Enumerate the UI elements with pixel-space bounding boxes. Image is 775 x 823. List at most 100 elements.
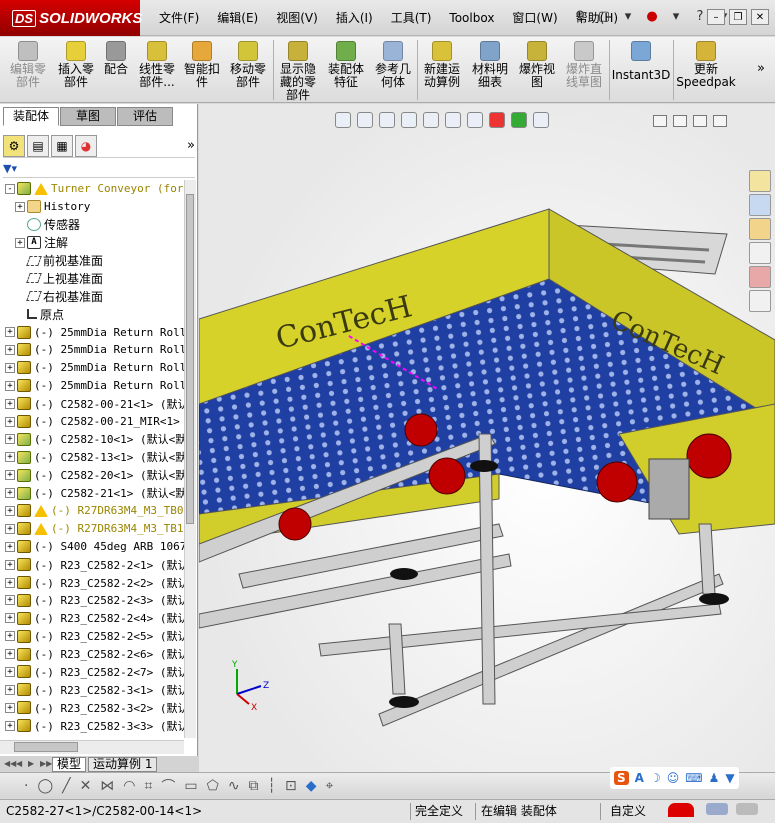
update-speedpak-button[interactable]: 更新Speedpak [676,41,736,89]
expand-chevron-icon[interactable]: » [187,138,195,153]
prev-tab-icon[interactable]: ◀ [16,758,26,770]
chevron-down-icon[interactable]: ▾ [668,8,684,24]
tree-item[interactable]: - Turner Conveyor (for Der [0,180,184,198]
tree-item[interactable]: + History [0,198,184,216]
tree-expander-icon[interactable]: + [5,380,15,391]
smart-dimension-icon[interactable]: ⌗ [145,778,153,794]
tree-expander-icon[interactable]: + [5,559,15,570]
options-icon[interactable]: ● [644,8,660,24]
tree-item[interactable]: + (-) S400 45deg ARB 1067 [0,538,184,556]
tree-item[interactable]: + (-) R27DR63M4_M3_TB0 [0,502,184,520]
tree-item[interactable]: 前视基准面 [0,252,184,270]
tree-expander-icon[interactable]: + [5,595,15,606]
solidworks-logo[interactable]: DS SOLIDWORKS [0,0,142,36]
more-chevron-icon[interactable]: » [757,61,765,76]
menu-insert[interactable]: 插入(I) [327,9,382,27]
tree-expander-icon[interactable]: + [15,237,25,248]
menu-view[interactable]: 视图(V) [267,9,327,27]
tree-item[interactable]: + (-) R23_C2582-2<4> (默认 [0,609,184,627]
units-custom[interactable]: 自定义 [610,803,646,819]
punctuation-icon[interactable]: ☽ [650,771,661,785]
tree-item[interactable]: + (-) R23_C2582-2<7> (默认 [0,663,184,681]
mirror-icon[interactable]: ⋈ [100,778,114,794]
tree-expander-icon[interactable]: + [5,416,15,427]
home-icon[interactable] [749,170,771,192]
appearances-icon[interactable] [749,266,771,288]
tree-item[interactable]: 右视基准面 [0,287,184,305]
help-icon[interactable]: ? [692,8,708,24]
reference-geometry-button[interactable]: 参考几何体 [372,41,414,89]
tab-motion-study[interactable]: 运动算例 1 [88,756,158,772]
skin-icon[interactable]: ▼ [725,771,734,785]
tree-expander-icon[interactable]: + [5,684,15,695]
filter-icon[interactable]: ▼▾ [3,162,195,178]
tree-expander-icon[interactable]: + [5,452,15,463]
tree-item[interactable]: + A 注解 [0,234,184,252]
emoji-icon[interactable]: ☺ [667,771,680,785]
restore-icon[interactable]: ❐ [729,9,747,25]
tree-item[interactable]: + (-) 25mmDia Return Roll [0,323,184,341]
show-hidden-button[interactable]: 显示隐藏的零部件 [277,41,319,102]
assembly-features-button[interactable]: 装配体特征 [324,41,368,89]
tree-expander-icon[interactable]: + [5,541,15,552]
last-tab-icon[interactable]: ▶▶ [40,758,52,770]
user-icon[interactable]: ♟ [709,771,720,785]
tree-expander-icon[interactable]: + [5,631,15,642]
move-component-button[interactable]: 移动零部件 [226,41,270,89]
bom-button[interactable]: 材料明细表 [469,41,511,89]
tree-expander-icon[interactable]: + [5,362,15,373]
tree-item[interactable]: + (-) R23_C2582-2<6> (默认 [0,645,184,663]
tree-expander-icon[interactable]: + [5,649,15,660]
tree-item[interactable]: + (-) C2582-00-21<1> (默认 [0,395,184,413]
tree-expander-icon[interactable]: + [5,523,15,534]
configuration-manager-icon[interactable]: ▦ [51,134,73,157]
custom-properties-icon[interactable] [749,290,771,312]
tree-item[interactable]: + (-) 25mmDia Return Roll [0,341,184,359]
menu-file[interactable]: 文件(F) [150,9,208,27]
trim-icon[interactable]: ✕ [80,778,92,794]
tree-expander-icon[interactable]: + [5,398,15,409]
tree-item[interactable]: + (-) R23_C2582-2<2> (默认 [0,574,184,592]
offset-icon[interactable]: ⧉ [249,778,259,794]
tree-item[interactable]: + (-) C2582-00-21_MIR<1> [0,413,184,431]
tree-item[interactable]: + (-) C2582-21<1> (默认<默 [0,484,184,502]
tree-item[interactable]: + (-) C2582-10<1> (默认<默 [0,430,184,448]
feature-manager-icon[interactable]: ⚙ [3,134,25,157]
close-icon[interactable] [713,115,727,127]
cube-icon[interactable]: ◆ [306,778,317,794]
next-tab-icon[interactable]: ▶ [28,758,38,770]
new-motion-study-button[interactable]: 新建运动算例 [420,41,464,89]
close-icon[interactable]: ✕ [751,9,769,25]
tab-evaluate[interactable]: 评估 [117,107,173,126]
tree-item[interactable]: 上视基准面 [0,269,184,287]
keyboard-icon[interactable]: ⌨ [685,771,702,785]
section-view-icon[interactable] [401,112,417,128]
tree-item[interactable]: + (-) R23_C2582-3<3> (默认 [0,717,184,735]
instant3d-button[interactable]: Instant3D [612,41,670,82]
menu-window[interactable]: 窗口(W) [503,9,566,27]
polygon-icon[interactable]: ⬠ [207,778,219,794]
resources-icon[interactable] [749,194,771,216]
circle-icon[interactable]: ◯ [37,778,53,794]
chevron-down-icon[interactable]: ▾ [620,8,636,24]
tree-expander-icon[interactable]: + [5,505,15,516]
tree-hscroll-thumb[interactable] [14,742,78,752]
fillet-icon[interactable]: ⌒ [161,776,175,796]
property-manager-icon[interactable]: ▤ [27,134,49,157]
tree-item[interactable]: + (-) R23_C2582-3<1> (默认 [0,681,184,699]
tab-sketch[interactable]: 草图 [60,107,116,126]
centerline-icon[interactable]: ┆ [268,778,276,794]
view-orientation-icon[interactable] [423,112,439,128]
tree-item[interactable]: + (-) 25mmDia Return Roll [0,377,184,395]
convert-entities-icon[interactable]: ⊡ [285,778,297,794]
edit-appearance-icon[interactable] [489,112,505,128]
menu-edit[interactable]: 编辑(E) [208,9,267,27]
tile-icon[interactable] [653,115,667,127]
tree-item[interactable]: + (-) R27DR63M4_M3_TB1( [0,520,184,538]
hide-show-items-icon[interactable] [467,112,483,128]
display-style-icon[interactable] [445,112,461,128]
tree-expander-icon[interactable]: + [5,613,15,624]
insert-components-button[interactable]: 插入零部件 [54,41,98,89]
view-palette-icon[interactable] [749,242,771,264]
line-icon[interactable]: ╱ [62,778,70,794]
